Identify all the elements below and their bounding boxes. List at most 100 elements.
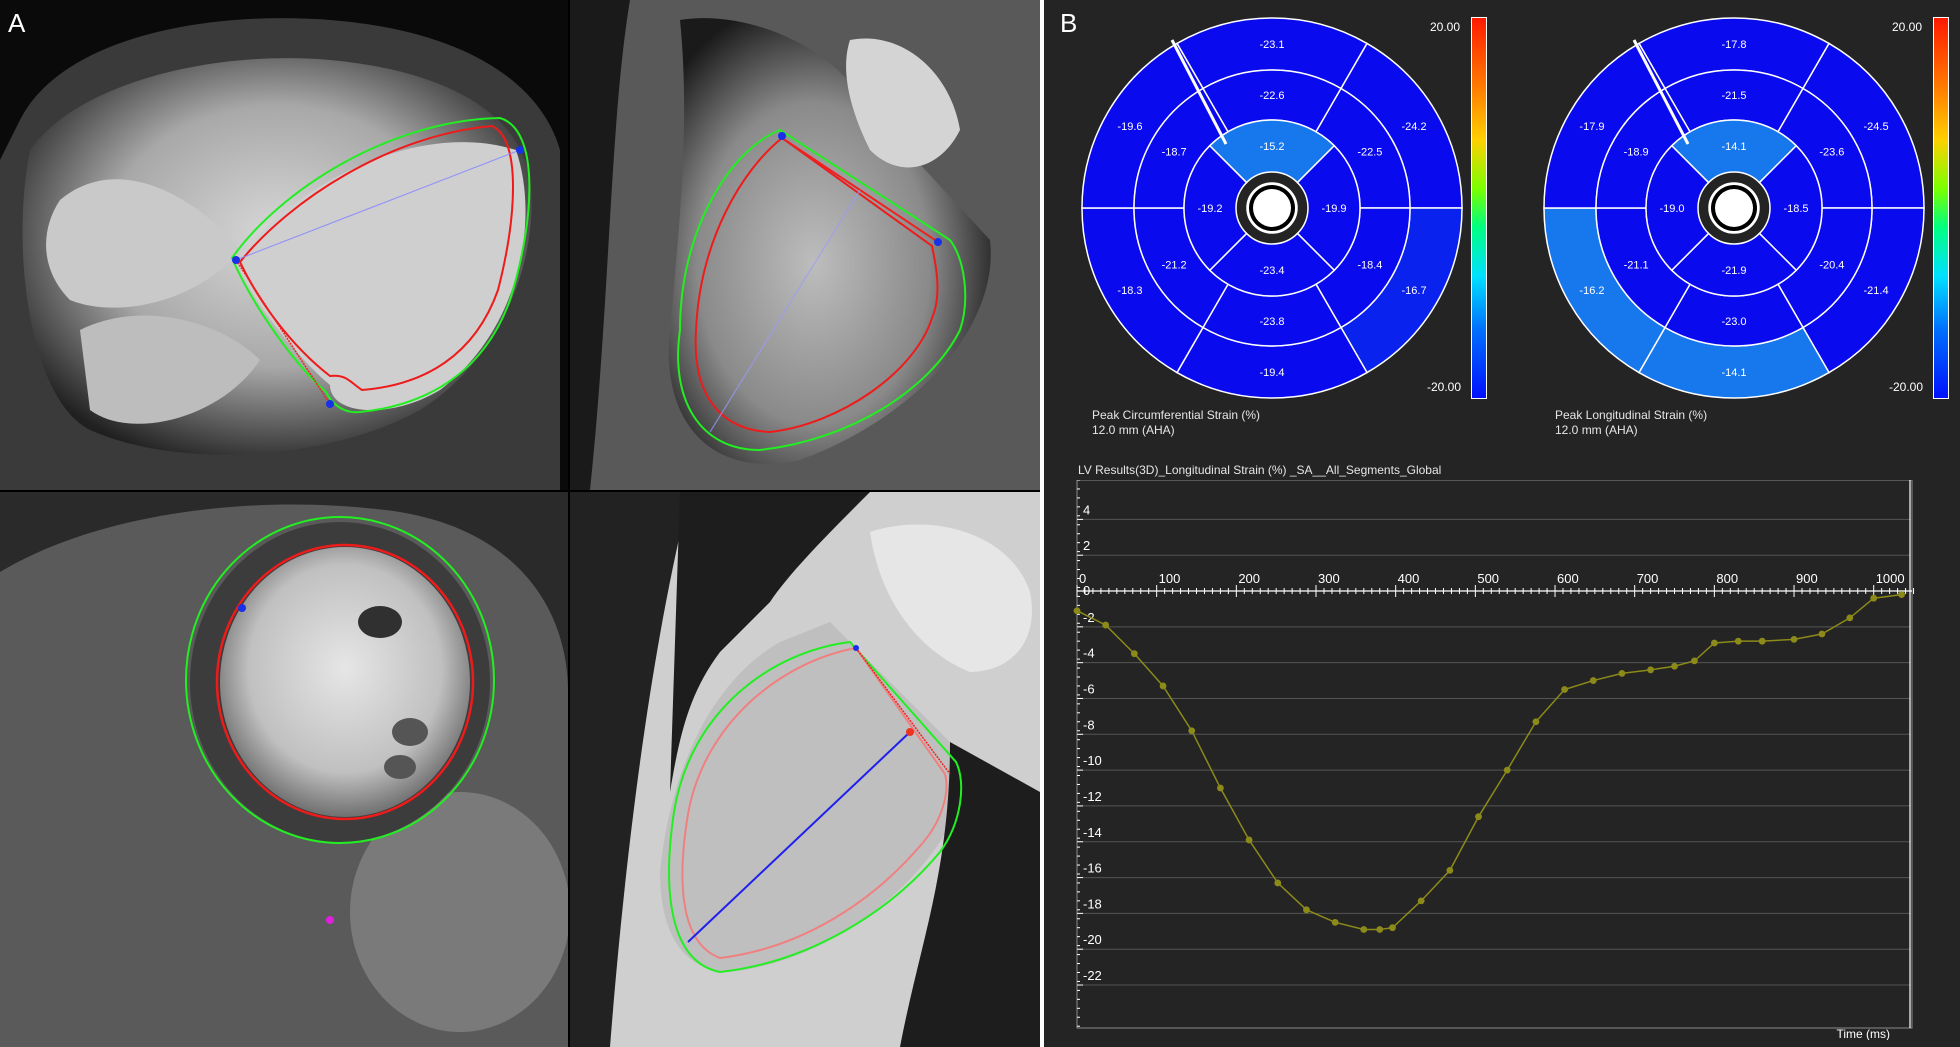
mri-four-chamber-view [0, 0, 568, 490]
y-tick-label: -4 [1083, 646, 1095, 661]
y-tick-label-zero: 0 [1083, 583, 1090, 598]
strain-data-point [1870, 594, 1878, 602]
chart-title: LV Results(3D)_Longitudinal Strain (%) _… [1078, 463, 1442, 477]
strain-data-point [1073, 607, 1081, 615]
strain-chart-plot: 42-2-4-6-8-10-12-14-16-18-20-220 100 200 30… [1073, 460, 1915, 1041]
circumferential-value-basal-2: -24.2 [1401, 121, 1426, 133]
longitudinal-caption: Peak Longitudinal Strain (%) 12.0 mm (AH… [1555, 408, 1707, 438]
x-tick-label: 900 [1796, 571, 1818, 586]
circumferential-value-mid-6: -18.7 [1162, 147, 1187, 159]
circumferential-caption-title: Peak Circumferential Strain (%) [1092, 408, 1261, 422]
strain-data-point [1790, 635, 1798, 643]
y-tick-label: 2 [1083, 538, 1090, 553]
strain-data-point [1818, 630, 1826, 638]
circumferential-value-apical-3: -23.4 [1259, 265, 1284, 277]
circumferential-scale-min: -20.00 [1427, 380, 1462, 394]
strain-data-point [1331, 918, 1339, 926]
strain-data-point [1159, 682, 1167, 690]
circumferential-value-basal-6: -19.6 [1117, 121, 1142, 133]
strain-data-point [1647, 666, 1655, 674]
y-tick-label: -12 [1083, 789, 1102, 804]
circumferential-center-hole-core [1253, 189, 1291, 227]
x-tick-label: 100 [1159, 571, 1181, 586]
strain-data-point [1188, 727, 1196, 735]
longitudinal-value-apical-4: -19.0 [1659, 203, 1684, 215]
panel-a-label: A [8, 8, 26, 38]
longitudinal-value-mid-5: -21.1 [1624, 260, 1649, 272]
strain-data-point [1846, 614, 1854, 622]
circumferential-value-basal-5: -18.3 [1117, 285, 1142, 297]
panel-b-label: B [1060, 8, 1078, 38]
circumferential-value-apical-1: -15.2 [1259, 141, 1284, 153]
strain-data-point [1734, 637, 1742, 645]
circumferential-value-apical-4: -19.2 [1197, 203, 1222, 215]
circumferential-value-basal-1: -23.1 [1259, 39, 1284, 51]
y-tick-label: -10 [1083, 753, 1102, 768]
strain-data-point [1618, 670, 1626, 677]
strain-chart: 4 2 -2 -4 -6 -8 -10 -12 -14 -16 -18 -20 -22 0 100 200 30… [1072, 460, 1944, 1041]
strain-data-point [1360, 926, 1368, 933]
strain-data-point [1898, 591, 1905, 599]
mri-four-chamber-image [0, 0, 568, 490]
longitudinal-value-apical-3: -21.9 [1721, 265, 1746, 277]
strain-data-point [1503, 766, 1511, 774]
mri-short-axis-view [0, 492, 568, 1047]
y-tick-label: -18 [1083, 896, 1102, 911]
longitudinal-value-basal-3: -21.4 [1863, 285, 1888, 297]
strain-data-point [1758, 637, 1766, 645]
strain-data-point [1589, 677, 1597, 684]
mri-short-axis-image [0, 492, 568, 1047]
circumferential-value-apical-2: -19.9 [1321, 203, 1346, 215]
strain-data-point [1303, 906, 1310, 914]
circumferential-caption: Peak Circumferential Strain (%) 12.0 mm … [1092, 408, 1260, 438]
x-tick-label: 400 [1398, 571, 1420, 586]
longitudinal-value-basal-2: -24.5 [1863, 121, 1888, 133]
panel-a: A [0, 0, 1040, 1047]
longitudinal-value-mid-4: -23.0 [1721, 316, 1746, 328]
strain-data-point [1417, 897, 1425, 905]
strain-data-point [1245, 836, 1253, 844]
x-axis-label: Time (ms) [1836, 1027, 1890, 1040]
longitudinal-bullseye-plot: -17.8 -24.5 -21.4 -14.1 -16.2 -17.9 -21.5 -23.6… [1543, 17, 1925, 399]
circumferential-value-mid-5: -21.2 [1162, 260, 1187, 272]
strain-data-point [1691, 657, 1698, 665]
longitudinal-caption-title: Peak Longitudinal Strain (%) [1555, 408, 1708, 422]
y-tick-label: -6 [1083, 681, 1095, 696]
circumferential-colorbar [1471, 17, 1487, 399]
strain-data-point [1217, 784, 1224, 792]
longitudinal-bullseye: -17.8 -24.5 -21.4 -14.1 -16.2 -17.9 -21.5 -23.6… [1542, 16, 1926, 400]
longitudinal-value-basal-4: -14.1 [1721, 367, 1746, 379]
y-tick-label: -16 [1083, 861, 1102, 876]
mri-three-chamber-image [570, 492, 1040, 1047]
x-tick-label: 600 [1557, 571, 1579, 586]
mri-two-chamber-view [570, 0, 1040, 490]
longitudinal-scale-max: 20.00 [1892, 20, 1923, 34]
circumferential-scale-max: 20.00 [1430, 20, 1461, 34]
strain-data-point [1532, 718, 1540, 726]
circumferential-caption-detail: 12.0 mm (AHA) [1092, 423, 1175, 437]
y-tick-label: -8 [1083, 717, 1095, 732]
x-tick-label: 1000 [1876, 571, 1905, 586]
strain-data-point [1130, 650, 1138, 658]
y-tick-label: 4 [1083, 502, 1090, 517]
x-tick-label: 800 [1716, 571, 1738, 586]
circumferential-value-mid-2: -22.5 [1357, 147, 1382, 159]
longitudinal-value-mid-3: -20.4 [1819, 260, 1844, 272]
longitudinal-center-hole-core [1715, 189, 1753, 227]
longitudinal-value-basal-6: -17.9 [1579, 121, 1604, 133]
strain-data-point [1102, 621, 1110, 629]
plot-frame [1076, 479, 1913, 1029]
y-tick-label: -22 [1083, 968, 1102, 983]
y-tick-label: -20 [1083, 932, 1102, 947]
longitudinal-scale-min: -20.00 [1889, 380, 1924, 394]
longitudinal-value-apical-1: -14.1 [1721, 141, 1746, 153]
strain-data-point [1389, 924, 1396, 932]
longitudinal-value-basal-5: -16.2 [1579, 285, 1604, 297]
strain-data-point [1446, 867, 1454, 874]
circumferential-value-mid-1: -22.6 [1259, 90, 1284, 102]
strain-data-point [1710, 639, 1718, 647]
longitudinal-value-basal-1: -17.8 [1721, 39, 1746, 51]
circumferential-bullseye: -23.1 -24.2 -16.7 -19.4 -18.3 -19.6 -22.6 -22.5… [1080, 16, 1464, 400]
longitudinal-value-apical-2: -18.5 [1783, 203, 1808, 215]
longitudinal-value-mid-1: -21.5 [1721, 90, 1746, 102]
